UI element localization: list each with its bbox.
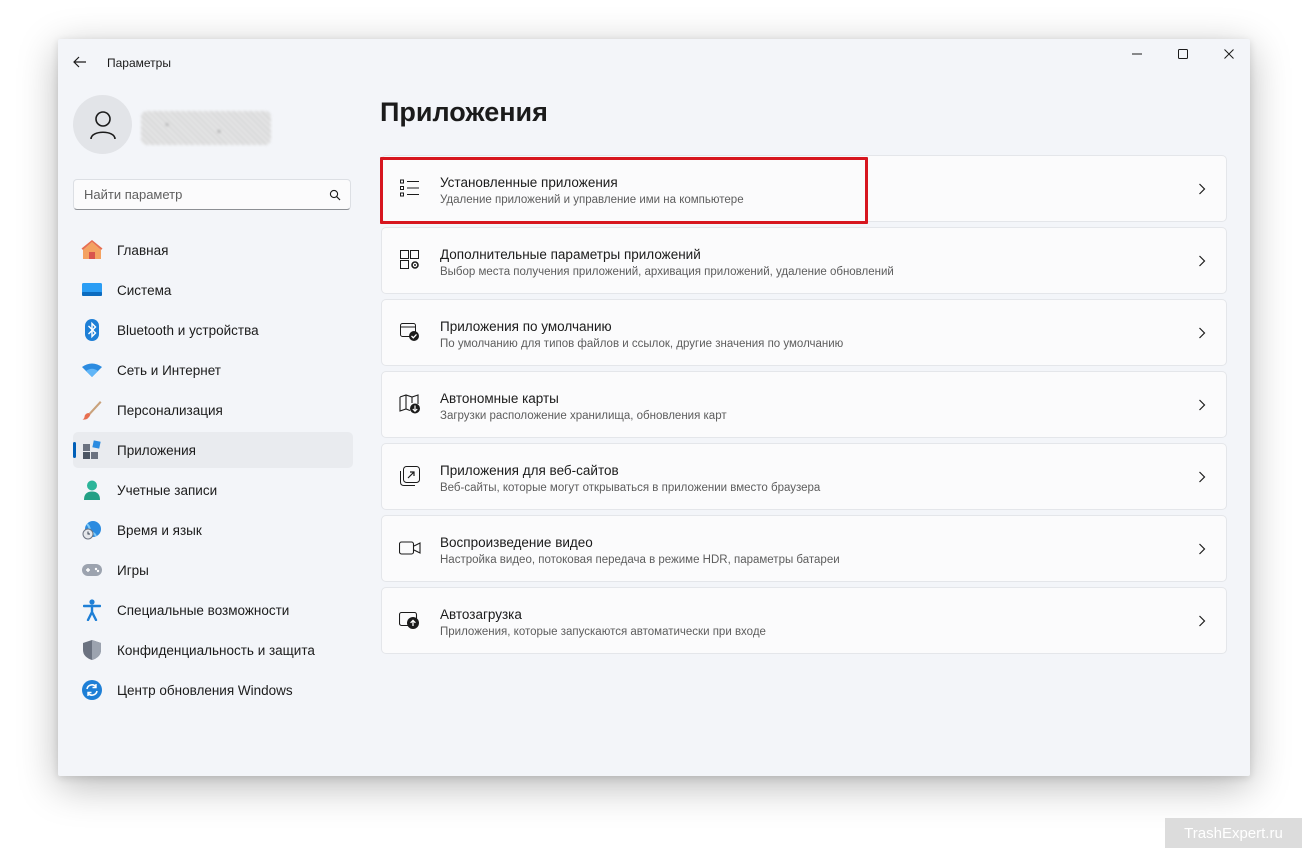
- minimize-icon: [1132, 53, 1142, 55]
- watermark: TrashExpert.ru: [1165, 818, 1302, 848]
- home-icon: [81, 239, 103, 261]
- card-title: Автозагрузка: [440, 607, 522, 622]
- card-subtitle: Веб-сайты, которые могут открываться в п…: [440, 482, 821, 494]
- sidebar-item-label: Конфиденциальность и защита: [117, 642, 315, 658]
- wifi-icon: [81, 359, 103, 381]
- card-subtitle: По умолчанию для типов файлов и ссылок, …: [440, 338, 844, 350]
- card-subtitle: Удаление приложений и управление ими на …: [440, 194, 744, 206]
- apps-settings-icon: [398, 248, 422, 272]
- apps-icon: [81, 439, 103, 461]
- sidebar-item-label: Система: [117, 282, 172, 298]
- sidebar-item-accounts[interactable]: Учетные записи: [73, 472, 353, 508]
- sidebar-item-label: Игры: [117, 562, 149, 578]
- card-apps-for-websites[interactable]: Приложения для веб-сайтов Веб-сайты, кот…: [381, 443, 1227, 510]
- chevron-right-icon: [1196, 541, 1208, 557]
- sidebar-item-bluetooth[interactable]: Bluetooth и устройства: [73, 312, 353, 348]
- sidebar-item-privacy[interactable]: Конфиденциальность и защита: [73, 632, 353, 668]
- list-icon: [398, 176, 422, 200]
- chevron-right-icon: [1196, 469, 1208, 485]
- blurred-user-name: [141, 111, 271, 145]
- chevron-right-icon: [1196, 325, 1208, 341]
- maximize-icon: [1178, 49, 1188, 59]
- card-video-playback[interactable]: Воспроизведение видео Настройка видео, п…: [381, 515, 1227, 582]
- app-title: Параметры: [107, 56, 171, 70]
- person-icon: [89, 110, 116, 139]
- avatar[interactable]: [73, 95, 132, 154]
- account-icon: [81, 479, 103, 501]
- sidebar-item-time-language[interactable]: Время и язык: [73, 512, 353, 548]
- search-input[interactable]: [74, 186, 320, 203]
- shield-icon: [81, 639, 103, 661]
- update-icon: [81, 679, 103, 701]
- startup-icon: [398, 608, 422, 632]
- sidebar-item-apps[interactable]: Приложения: [73, 432, 353, 468]
- sidebar-item-label: Учетные записи: [117, 482, 218, 498]
- web-apps-icon: [398, 464, 422, 488]
- close-button[interactable]: [1206, 39, 1252, 69]
- sidebar-nav: Главная Система Bluetooth и устройства С…: [73, 232, 353, 712]
- sidebar-item-label: Приложения: [117, 442, 196, 458]
- sidebar-item-system[interactable]: Система: [73, 272, 353, 308]
- search-button[interactable]: [320, 189, 350, 201]
- card-title: Автономные карты: [440, 391, 559, 406]
- page-title: Приложения: [380, 97, 548, 127]
- card-subtitle: Приложения, которые запускаются автомати…: [440, 626, 766, 638]
- bluetooth-icon: [81, 319, 103, 341]
- card-subtitle: Загрузки расположение хранилища, обновле…: [440, 410, 727, 422]
- card-subtitle: Настройка видео, потоковая передача в ре…: [440, 554, 840, 566]
- card-subtitle: Выбор места получения приложений, архива…: [440, 266, 894, 278]
- chevron-right-icon: [1196, 613, 1208, 629]
- maximize-button[interactable]: [1160, 39, 1206, 69]
- sidebar-item-label: Сеть и Интернет: [117, 362, 221, 378]
- minimize-button[interactable]: [1114, 39, 1160, 69]
- sidebar-item-home[interactable]: Главная: [73, 232, 353, 268]
- user-profile[interactable]: [73, 95, 373, 157]
- offline-maps-icon: [398, 392, 422, 416]
- card-advanced-app-settings[interactable]: Дополнительные параметры приложений Выбо…: [381, 227, 1227, 294]
- settings-cards: Установленные приложения Удаление прилож…: [381, 155, 1227, 659]
- settings-window: Параметры Найти параметр Главная Система…: [58, 39, 1250, 776]
- sidebar-item-windows-update[interactable]: Центр обновления Windows: [73, 672, 353, 708]
- close-icon: [1224, 49, 1234, 59]
- brush-icon: [81, 399, 103, 421]
- time-language-icon: [81, 519, 103, 541]
- sidebar-item-personalization[interactable]: Персонализация: [73, 392, 353, 428]
- gamepad-icon: [81, 559, 103, 581]
- accessibility-icon: [81, 599, 103, 621]
- arrow-left-icon: [73, 56, 86, 68]
- card-title: Установленные приложения: [440, 175, 618, 190]
- title-bar: Параметры: [58, 39, 1250, 85]
- card-title: Приложения по умолчанию: [440, 319, 612, 334]
- back-button[interactable]: [70, 53, 90, 71]
- card-title: Приложения для веб-сайтов: [440, 463, 619, 478]
- sidebar-item-label: Персонализация: [117, 402, 223, 418]
- card-title: Дополнительные параметры приложений: [440, 247, 701, 262]
- card-installed-apps[interactable]: Установленные приложения Удаление прилож…: [381, 155, 1227, 222]
- card-startup[interactable]: Автозагрузка Приложения, которые запуска…: [381, 587, 1227, 654]
- card-offline-maps[interactable]: Автономные карты Загрузки расположение х…: [381, 371, 1227, 438]
- search-box[interactable]: [73, 179, 351, 210]
- sidebar-item-label: Специальные возможности: [117, 602, 290, 618]
- card-title: Воспроизведение видео: [440, 535, 593, 550]
- sidebar-item-label: Главная: [117, 242, 169, 258]
- default-apps-icon: [398, 320, 422, 344]
- chevron-right-icon: [1196, 397, 1208, 413]
- system-icon: [81, 279, 103, 301]
- chevron-right-icon: [1196, 181, 1208, 197]
- video-icon: [398, 536, 422, 560]
- chevron-right-icon: [1196, 253, 1208, 269]
- sidebar-item-label: Время и язык: [117, 522, 202, 538]
- search-icon: [329, 189, 341, 200]
- sidebar-item-network[interactable]: Сеть и Интернет: [73, 352, 353, 388]
- sidebar-item-gaming[interactable]: Игры: [73, 552, 353, 588]
- sidebar-item-accessibility[interactable]: Специальные возможности: [73, 592, 353, 628]
- card-default-apps[interactable]: Приложения по умолчанию По умолчанию для…: [381, 299, 1227, 366]
- sidebar-item-label: Bluetooth и устройства: [117, 322, 259, 338]
- sidebar-item-label: Центр обновления Windows: [117, 682, 293, 698]
